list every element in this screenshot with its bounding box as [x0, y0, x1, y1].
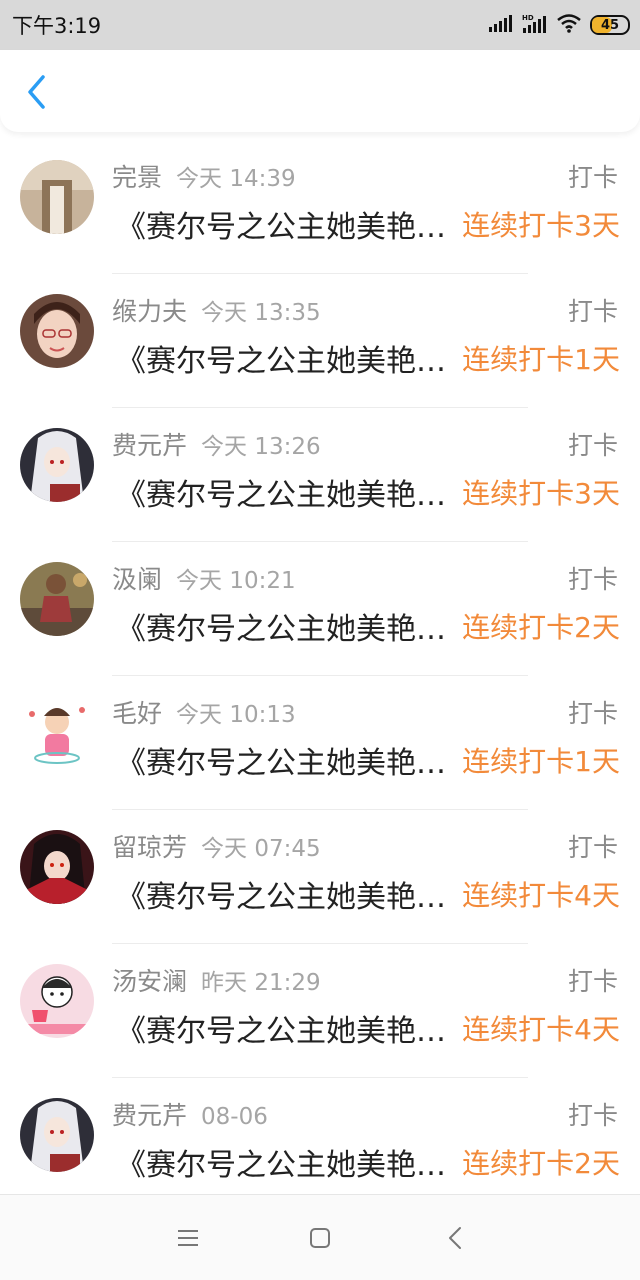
- book-title[interactable]: 《赛尔号之公主她美艳…: [116, 202, 456, 246]
- streak-count: 连续打卡3天: [462, 209, 620, 242]
- list-item[interactable]: 缑力夫 今天 13:35 打卡 《赛尔号之公主她美艳… 连续打卡1天: [0, 274, 640, 408]
- checkin-label: 打卡: [567, 967, 618, 996]
- checkin-time: 昨天 21:29: [201, 970, 321, 996]
- back-triangle-icon: [449, 1227, 461, 1249]
- streak-count: 连续打卡4天: [462, 1013, 620, 1046]
- hd-signal-icon: HD: [522, 13, 548, 37]
- menu-button[interactable]: [173, 1223, 203, 1253]
- chevron-left-icon: [28, 75, 45, 109]
- svg-text:HD: HD: [522, 14, 534, 22]
- user-name: 完景 今天 14:39: [112, 163, 296, 192]
- system-back-button[interactable]: [440, 1223, 470, 1253]
- avatar[interactable]: [20, 1098, 94, 1172]
- list-item[interactable]: 完景 今天 14:39 打卡 《赛尔号之公主她美艳… 连续打卡3天: [0, 140, 640, 274]
- checkin-label: 打卡: [567, 163, 618, 192]
- book-title[interactable]: 《赛尔号之公主她美艳…: [116, 604, 456, 648]
- top-nav-bar: [0, 50, 640, 132]
- checkin-label: 打卡: [567, 833, 618, 862]
- battery-icon: 45: [590, 15, 630, 35]
- streak-count: 连续打卡1天: [462, 745, 620, 778]
- book-title[interactable]: 《赛尔号之公主她美艳…: [116, 1140, 456, 1184]
- streak-count: 连续打卡3天: [462, 477, 620, 510]
- user-name: 毛好 今天 10:13: [112, 699, 296, 728]
- list-item[interactable]: 费元芹 08-06 打卡 《赛尔号之公主她美艳… 连续打卡2天: [0, 1078, 640, 1212]
- back-button[interactable]: [16, 72, 56, 112]
- user-name: 汲阑 今天 10:21: [112, 565, 296, 594]
- book-title[interactable]: 《赛尔号之公主她美艳…: [116, 738, 456, 782]
- menu-icon: [178, 1230, 198, 1246]
- checkin-list: 完景 今天 14:39 打卡 《赛尔号之公主她美艳… 连续打卡3天 缑力夫 今天 1…: [0, 140, 640, 1212]
- status-icons: HD 45: [488, 12, 630, 38]
- status-time: 下午3:19: [12, 14, 102, 38]
- checkin-label: 打卡: [567, 297, 618, 326]
- avatar[interactable]: [20, 428, 94, 502]
- list-item[interactable]: 毛好 今天 10:13 打卡 《赛尔号之公主她美艳… 连续打卡1天: [0, 676, 640, 810]
- avatar[interactable]: [20, 160, 94, 234]
- signal-icon: [488, 14, 514, 36]
- checkin-time: 今天 10:13: [176, 702, 296, 728]
- list-item[interactable]: 汤安澜 昨天 21:29 打卡 《赛尔号之公主她美艳… 连续打卡4天: [0, 944, 640, 1078]
- book-title[interactable]: 《赛尔号之公主她美艳…: [116, 1006, 456, 1050]
- avatar[interactable]: [20, 830, 94, 904]
- book-title[interactable]: 《赛尔号之公主她美艳…: [116, 336, 456, 380]
- checkin-time: 今天 14:39: [176, 166, 296, 192]
- status-bar: 下午3:19 HD 45: [0, 0, 640, 50]
- book-title[interactable]: 《赛尔号之公主她美艳…: [116, 470, 456, 514]
- user-name: 缑力夫 今天 13:35: [112, 297, 321, 326]
- avatar[interactable]: [20, 696, 94, 770]
- checkin-time: 08-06: [201, 1104, 268, 1130]
- checkin-label: 打卡: [567, 699, 618, 728]
- checkin-time: 今天 13:35: [201, 300, 321, 326]
- user-name: 费元芹 08-06: [112, 1101, 268, 1130]
- home-square-icon: [310, 1228, 330, 1248]
- streak-count: 连续打卡1天: [462, 343, 620, 376]
- checkin-label: 打卡: [567, 431, 618, 460]
- checkin-time: 今天 13:26: [201, 434, 321, 460]
- book-title[interactable]: 《赛尔号之公主她美艳…: [116, 872, 456, 916]
- streak-count: 连续打卡4天: [462, 879, 620, 912]
- checkin-time: 今天 10:21: [176, 568, 296, 594]
- streak-count: 连续打卡2天: [462, 1147, 620, 1180]
- avatar[interactable]: [20, 964, 94, 1038]
- user-name: 留琼芳 今天 07:45: [112, 833, 321, 862]
- wifi-icon: [556, 13, 582, 37]
- checkin-label: 打卡: [567, 565, 618, 594]
- checkin-label: 打卡: [567, 1101, 618, 1130]
- user-name: 费元芹 今天 13:26: [112, 431, 321, 460]
- list-item[interactable]: 汲阑 今天 10:21 打卡 《赛尔号之公主她美艳… 连续打卡2天: [0, 542, 640, 676]
- avatar[interactable]: [20, 294, 94, 368]
- avatar[interactable]: [20, 562, 94, 636]
- home-button[interactable]: [305, 1223, 335, 1253]
- checkin-time: 今天 07:45: [201, 836, 321, 862]
- list-item[interactable]: 留琼芳 今天 07:45 打卡 《赛尔号之公主她美艳… 连续打卡4天: [0, 810, 640, 944]
- list-item[interactable]: 费元芹 今天 13:26 打卡 《赛尔号之公主她美艳… 连续打卡3天: [0, 408, 640, 542]
- user-name: 汤安澜 昨天 21:29: [112, 967, 321, 996]
- system-nav-bar: [0, 1194, 640, 1280]
- streak-count: 连续打卡2天: [462, 611, 620, 644]
- battery-level: 45: [600, 17, 620, 33]
